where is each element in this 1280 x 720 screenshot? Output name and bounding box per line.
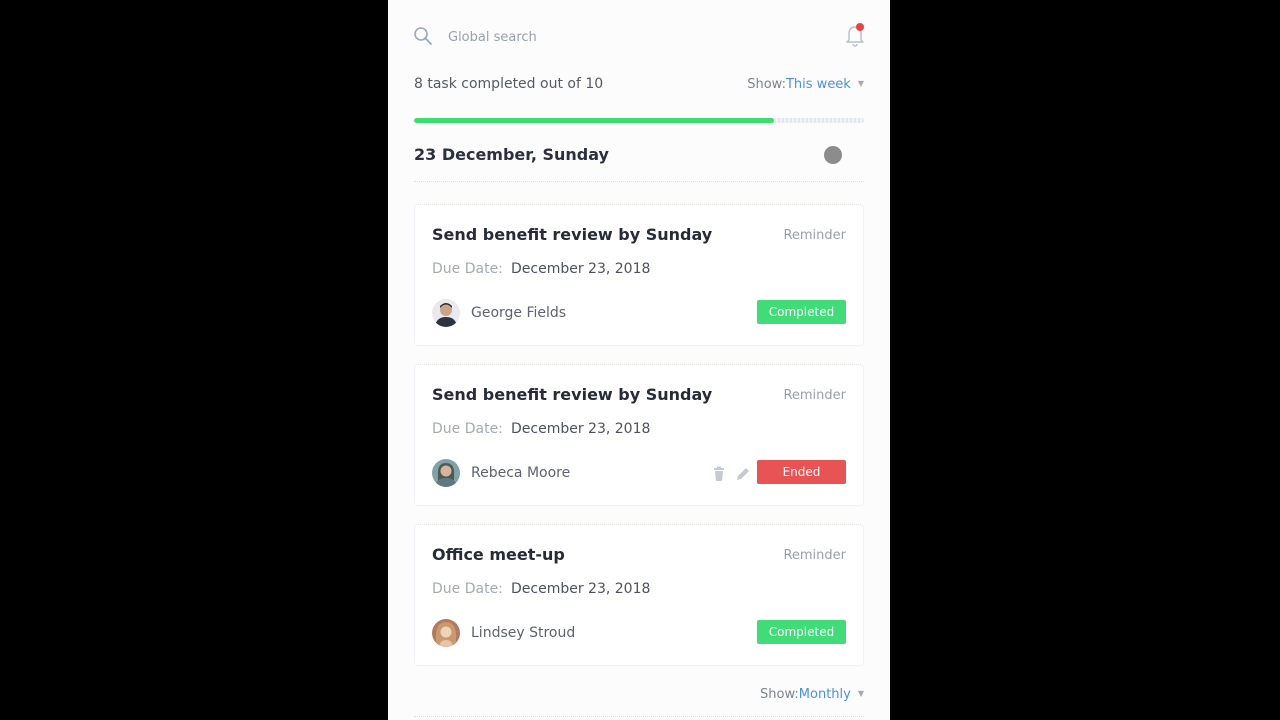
period-filter-label: Show: [747, 77, 786, 92]
date-toggle[interactable] [824, 146, 842, 164]
search-icon[interactable] [413, 26, 433, 46]
reminder-link[interactable]: Reminder [783, 228, 846, 243]
task-card[interactable]: Office meet-up Reminder Due Date: Decemb… [414, 524, 864, 666]
reminder-link[interactable]: Reminder [783, 388, 846, 403]
divider [414, 716, 864, 717]
period-filter[interactable]: Show:This week ▼ [747, 77, 864, 92]
date-heading: 23 December, Sunday [414, 145, 609, 164]
monthly-filter[interactable]: Show:Monthly ▼ [760, 687, 864, 702]
due-date-label: Due Date: [432, 421, 503, 437]
caret-down-icon: ▼ [857, 79, 864, 88]
due-date-value: December 23, 2018 [511, 581, 651, 597]
search-input[interactable] [448, 27, 748, 47]
task-title: Send benefit review by Sunday [432, 385, 713, 404]
due-date-value: December 23, 2018 [511, 421, 651, 437]
period-filter-value: This week [785, 77, 851, 92]
status-badge[interactable]: Completed [757, 300, 846, 324]
pencil-icon[interactable] [735, 466, 751, 482]
due-date-label: Due Date: [432, 581, 503, 597]
due-date-value: December 23, 2018 [511, 261, 651, 277]
caret-down-icon: ▼ [857, 689, 864, 698]
reminder-link[interactable]: Reminder [783, 548, 846, 563]
assignee-name: George Fields [471, 305, 567, 321]
avatar [432, 459, 460, 487]
notification-dot [856, 23, 864, 31]
monthly-filter-label: Show: [760, 687, 799, 702]
progress-bar [414, 118, 864, 123]
task-card[interactable]: Send benefit review by Sunday Reminder D… [414, 364, 864, 506]
trash-icon[interactable] [711, 466, 727, 482]
task-card[interactable]: Send benefit review by Sunday Reminder D… [414, 204, 864, 346]
avatar [432, 299, 460, 327]
notifications-button[interactable] [843, 22, 867, 48]
tasks-panel: 8 task completed out of 10 Show:This wee… [388, 0, 890, 720]
task-title: Office meet-up [432, 545, 565, 564]
due-date-label: Due Date: [432, 261, 503, 277]
progress-fill [414, 118, 774, 123]
assignee-name: Lindsey Stroud [471, 625, 576, 641]
status-badge[interactable]: Completed [757, 620, 846, 644]
avatar [432, 619, 460, 647]
tasks-summary: 8 task completed out of 10 [414, 76, 604, 92]
monthly-filter-value: Monthly [798, 687, 851, 702]
assignee-name: Rebeca Moore [471, 465, 571, 481]
task-title: Send benefit review by Sunday [432, 225, 713, 244]
status-badge[interactable]: Ended [757, 460, 846, 484]
divider [414, 181, 864, 182]
search-bar [388, 0, 890, 72]
